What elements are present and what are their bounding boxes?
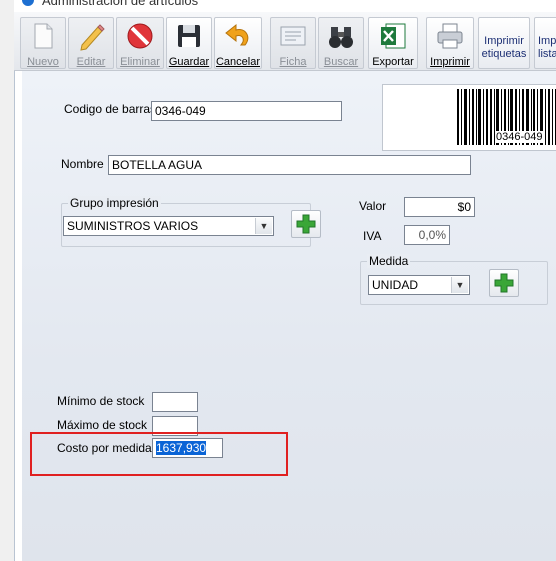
card-icon (280, 26, 306, 46)
barcode-text: 0346-049 (495, 131, 544, 143)
save-button[interactable]: Guardar (166, 17, 212, 69)
value-input[interactable]: $0 (404, 197, 475, 217)
print-list-label: Impr lista (538, 35, 556, 60)
print-group-legend: Grupo impresión (68, 196, 161, 210)
barcode-field-label: Codigo de barras (64, 102, 157, 116)
measure-selected: UNIDAD (372, 278, 419, 292)
print-group-select[interactable]: SUMINISTROS VARIOS ▼ (63, 216, 274, 236)
chevron-down-icon: ▼ (255, 218, 272, 234)
export-button[interactable]: Exportar (368, 17, 418, 69)
printer-icon (437, 23, 463, 49)
measure-select[interactable]: UNIDAD ▼ (368, 275, 470, 295)
cancel-button[interactable]: Cancelar (214, 17, 262, 69)
print-button[interactable]: Imprimir (426, 17, 474, 69)
print-group-selected: SUMINISTROS VARIOS (67, 219, 199, 233)
title-bar: Administración de artículos (14, 0, 556, 12)
min-stock-input[interactable] (152, 392, 198, 412)
search-button[interactable]: Buscar (318, 17, 364, 69)
app-icon (22, 0, 34, 6)
card-button[interactable]: Ficha (270, 17, 316, 69)
no-entry-icon (127, 23, 153, 49)
add-measure-button[interactable] (489, 269, 519, 297)
measure-legend: Medida (367, 254, 411, 268)
card-button-label: Ficha (279, 56, 307, 68)
new-document-icon (34, 23, 53, 49)
print-labels-label: Imprimir etiquetas (481, 35, 527, 60)
window-left-edge (0, 0, 15, 561)
cancel-button-label: Cancelar (215, 56, 261, 68)
excel-icon (381, 23, 406, 49)
name-field-label: Nombre (61, 157, 104, 171)
name-input[interactable]: BOTELLA AGUA (108, 155, 471, 175)
max-stock-label: Máximo de stock (57, 418, 148, 432)
floppy-disk-icon (178, 25, 200, 47)
save-button-label: Guardar (168, 56, 210, 68)
toolbar: Nuevo Editar Eliminar Guardar Cancelar F… (14, 12, 556, 71)
delete-button-label: Eliminar (120, 56, 160, 68)
add-print-group-button[interactable] (291, 210, 321, 238)
window-title: Administración de artículos (42, 0, 199, 8)
article-form: Codigo de barras 0346-049 0346-049 Nombr… (22, 71, 556, 561)
undo-arrow-icon (225, 23, 249, 46)
binoculars-icon (329, 27, 353, 48)
chevron-down-icon: ▼ (451, 277, 468, 293)
delete-button[interactable]: Eliminar (116, 17, 164, 69)
min-stock-label: Mínimo de stock (57, 394, 145, 408)
barcode-input[interactable]: 0346-049 (151, 101, 342, 121)
barcode-image: 0346-049 (382, 84, 556, 151)
print-labels-button[interactable]: Imprimir etiquetas (478, 17, 530, 69)
edit-button-label: Editar (76, 56, 106, 68)
pencil-icon (80, 24, 105, 51)
new-button-label: Nuevo (27, 56, 59, 68)
export-button-label: Exportar (372, 56, 414, 68)
iva-input[interactable]: 0,0% (404, 225, 450, 245)
highlight-annotation (30, 432, 288, 476)
new-button[interactable]: Nuevo (20, 17, 66, 69)
value-field-label: Valor (359, 199, 387, 213)
print-button-label: Imprimir (430, 56, 470, 68)
edit-button[interactable]: Editar (68, 17, 114, 69)
print-list-button[interactable]: Impr lista (534, 17, 556, 69)
plus-icon (296, 214, 316, 234)
search-button-label: Buscar (323, 56, 359, 68)
plus-icon (494, 273, 514, 293)
iva-field-label: IVA (363, 229, 382, 243)
